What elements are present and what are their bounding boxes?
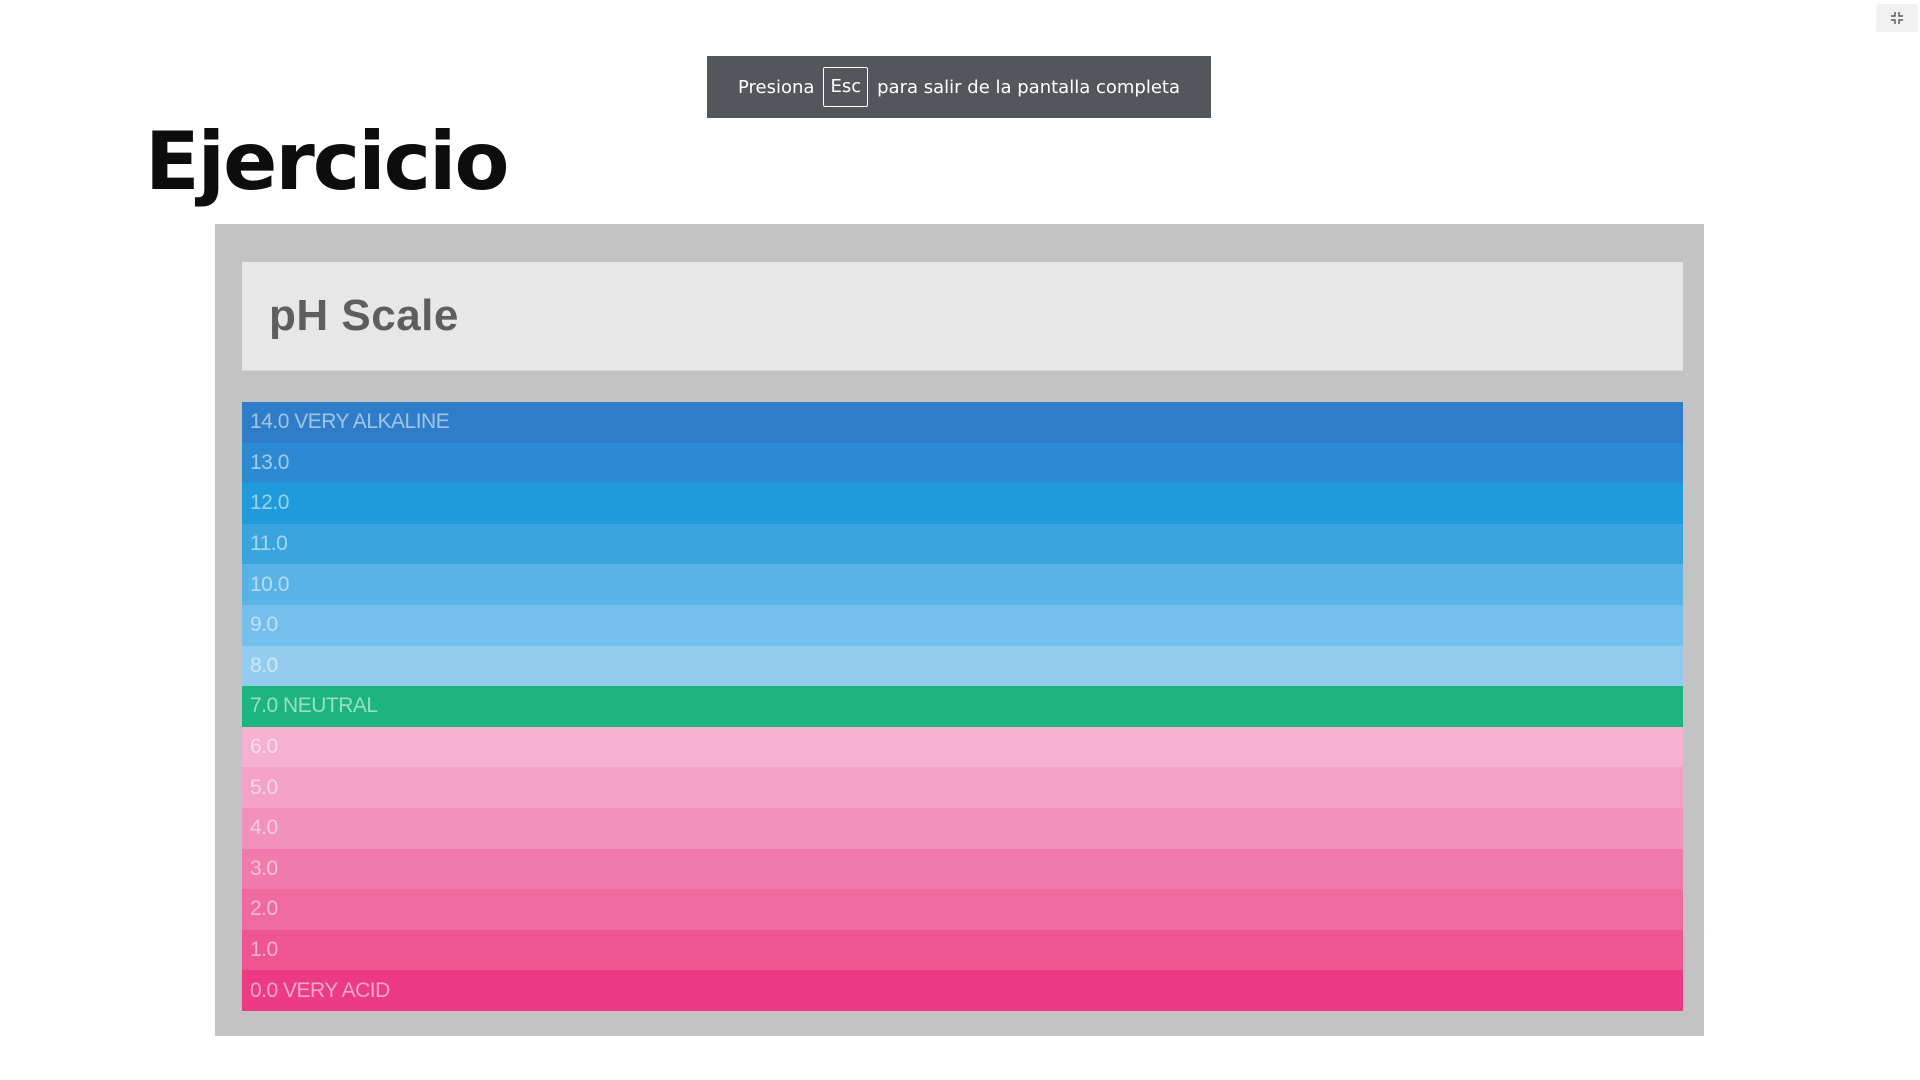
ph-band-label: 7.0 NEUTRAL [250, 694, 378, 718]
ph-band-label: 9.0 [250, 613, 278, 637]
ph-band: 13.0 [242, 442, 1683, 484]
ph-band: 9.0 [242, 604, 1683, 646]
exit-fullscreen-button[interactable] [1876, 4, 1918, 32]
toast-text-after: para salir de la pantalla completa [877, 76, 1180, 98]
ph-band: 0.0 VERY ACID [242, 970, 1683, 1011]
ph-band-label: 10.0 [250, 572, 289, 596]
ph-band-label: 6.0 [250, 735, 278, 759]
slide-title: Ejercicio [145, 115, 509, 208]
fullscreen-exit-toast: Presiona Esc para salir de la pantalla c… [707, 56, 1211, 118]
ph-band: 4.0 [242, 807, 1683, 849]
ph-band: 1.0 [242, 929, 1683, 971]
ph-band: 10.0 [242, 564, 1683, 605]
ph-band: 11.0 [242, 523, 1683, 565]
ph-band-label: 14.0 VERY ALKALINE [250, 410, 450, 434]
ph-scale-image: pH Scale 14.0 VERY ALKALINE 13.0 12.0 11.0 1… [215, 224, 1704, 1036]
ph-scale-header: pH Scale [242, 262, 1683, 371]
ph-scale-bands: 14.0 VERY ALKALINE 13.0 12.0 11.0 10.0 9.0 8.0… [242, 402, 1683, 1011]
ph-band-label: 4.0 [250, 816, 278, 840]
ph-band-label: 1.0 [250, 938, 278, 962]
ph-band-label: 5.0 [250, 775, 278, 799]
ph-band-label: 13.0 [250, 450, 289, 474]
ph-band: 14.0 VERY ALKALINE [242, 402, 1683, 443]
ph-band: 8.0 [242, 645, 1683, 687]
ph-band: 3.0 [242, 848, 1683, 890]
ph-band: 2.0 [242, 889, 1683, 930]
ph-band-label: 12.0 [250, 491, 289, 515]
ph-band-label: 0.0 VERY ACID [250, 978, 390, 1002]
ph-band: 6.0 [242, 726, 1683, 768]
ph-band-label: 11.0 [250, 532, 288, 556]
esc-key-hint[interactable]: Esc [823, 67, 869, 107]
toast-text-before: Presiona [738, 76, 815, 98]
exit-fullscreen-icon [1891, 12, 1903, 24]
ph-band: 5.0 [242, 767, 1683, 808]
ph-band-label: 8.0 [250, 653, 278, 677]
ph-band: 12.0 [242, 483, 1683, 524]
ph-band: 7.0 NEUTRAL [242, 686, 1683, 727]
ph-scale-heading: pH Scale [269, 291, 459, 340]
ph-band-label: 2.0 [250, 897, 278, 921]
ph-band-label: 3.0 [250, 856, 278, 880]
